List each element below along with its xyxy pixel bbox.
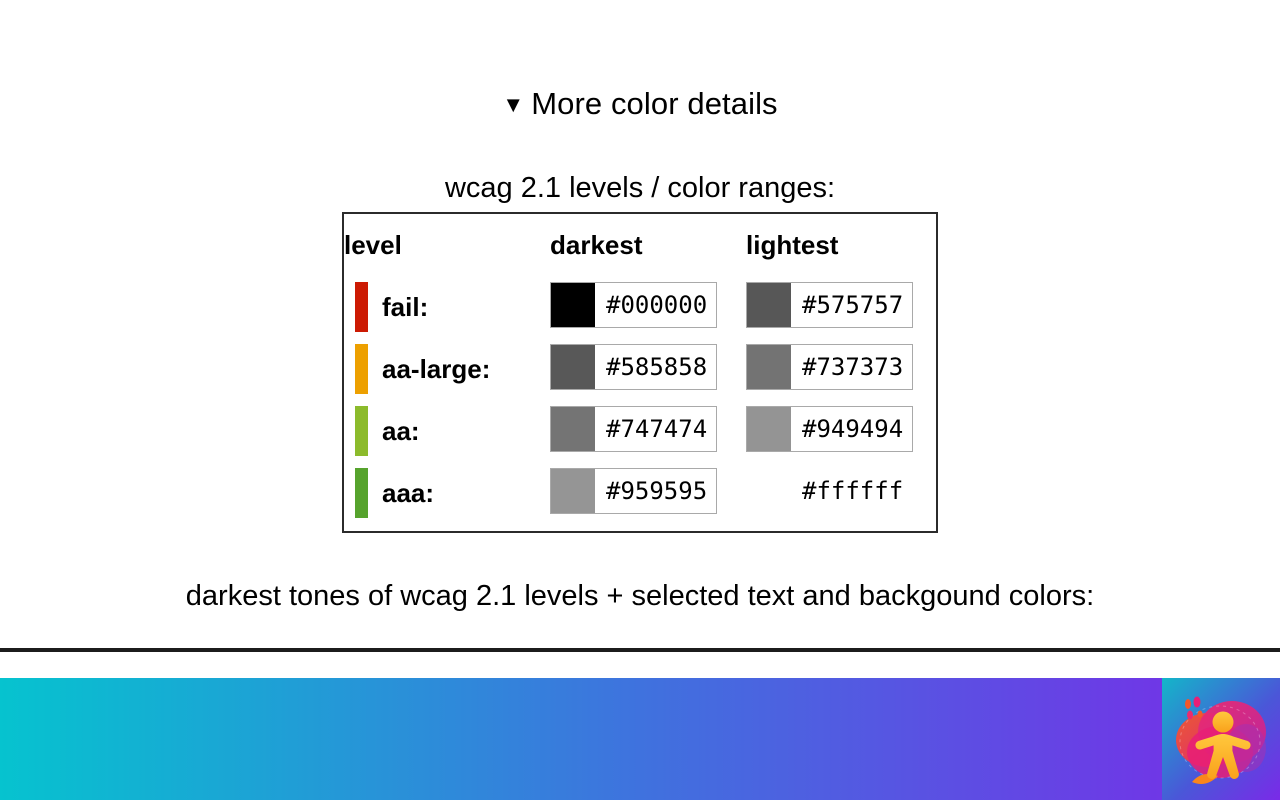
darkest-value-cell: #959595 — [550, 462, 746, 524]
lightest-value-cell: #ffffff — [746, 462, 936, 524]
hex-value: #959595 — [606, 477, 708, 505]
lightest-swatch-box: #949494 — [746, 406, 914, 452]
footer-divider — [0, 648, 1280, 652]
level-color-chip — [355, 282, 368, 332]
level-color-chip — [355, 406, 368, 456]
more-color-details-label: More color details — [531, 86, 778, 121]
hex-value: #ffffff — [802, 477, 904, 505]
hex-value: #000000 — [606, 291, 708, 319]
level-name-cell: aa: — [344, 400, 550, 462]
footer-gradient-band — [0, 678, 1280, 800]
accessibility-logo — [1162, 678, 1280, 800]
wcag-levels-table: level darkest lightest fail: #000000 #57… — [342, 212, 938, 533]
level-name-cell: aaa: — [344, 462, 550, 524]
column-header-lightest: lightest — [746, 229, 839, 260]
column-header-darkest: darkest — [550, 229, 643, 260]
level-label: aa-large: — [382, 353, 491, 384]
table-row: aa: #747474 #949494 — [344, 400, 936, 462]
color-swatch — [551, 283, 595, 327]
gradient-fill — [0, 678, 1280, 800]
lightest-swatch-box: #ffffff — [746, 468, 914, 514]
darkest-swatch-box: #585858 — [550, 344, 718, 390]
levels-table-caption: wcag 2.1 levels / color ranges: — [444, 172, 836, 204]
level-label: aaa: — [382, 477, 435, 508]
table-row: aaa: #959595 #ffffff — [344, 462, 936, 524]
hex-value: #575757 — [802, 291, 904, 319]
color-swatch — [551, 345, 595, 389]
darkest-swatch-box: #747474 — [550, 406, 718, 452]
level-color-chip — [355, 468, 368, 518]
color-swatch — [747, 283, 791, 327]
level-label: aa: — [382, 415, 420, 446]
darkest-value-cell: #747474 — [550, 400, 746, 462]
level-color-chip — [355, 344, 368, 394]
color-swatch — [747, 407, 791, 451]
level-label: fail: — [382, 291, 429, 322]
lightest-value-cell: #737373 — [746, 338, 936, 400]
hex-value: #585858 — [606, 353, 708, 381]
darkest-swatch-box: #000000 — [550, 282, 718, 328]
lightest-value-cell: #575757 — [746, 276, 936, 338]
level-name-cell: aa-large: — [344, 338, 550, 400]
darkest-tones-caption: darkest tones of wcag 2.1 levels + selec… — [185, 580, 1095, 612]
table-row: fail: #000000 #575757 — [344, 276, 936, 338]
table-row: aa-large: #585858 #737373 — [344, 338, 936, 400]
color-swatch — [747, 469, 791, 513]
lightest-value-cell: #949494 — [746, 400, 936, 462]
more-color-details-summary[interactable]: ▼ More color details — [0, 82, 1280, 127]
color-swatch — [551, 469, 595, 513]
disclosure-triangle-icon: ▼ — [502, 92, 525, 117]
hex-value: #949494 — [802, 415, 904, 443]
column-header-level: level — [344, 229, 402, 260]
color-swatch — [747, 345, 791, 389]
color-swatch — [551, 407, 595, 451]
lightest-swatch-box: #575757 — [746, 282, 914, 328]
darkest-value-cell: #585858 — [550, 338, 746, 400]
hex-value: #737373 — [802, 353, 904, 381]
hex-value: #747474 — [606, 415, 708, 443]
table-header-row: level darkest lightest — [344, 214, 936, 276]
darkest-swatch-box: #959595 — [550, 468, 718, 514]
lightest-swatch-box: #737373 — [746, 344, 914, 390]
level-name-cell: fail: — [344, 276, 550, 338]
darkest-value-cell: #000000 — [550, 276, 746, 338]
